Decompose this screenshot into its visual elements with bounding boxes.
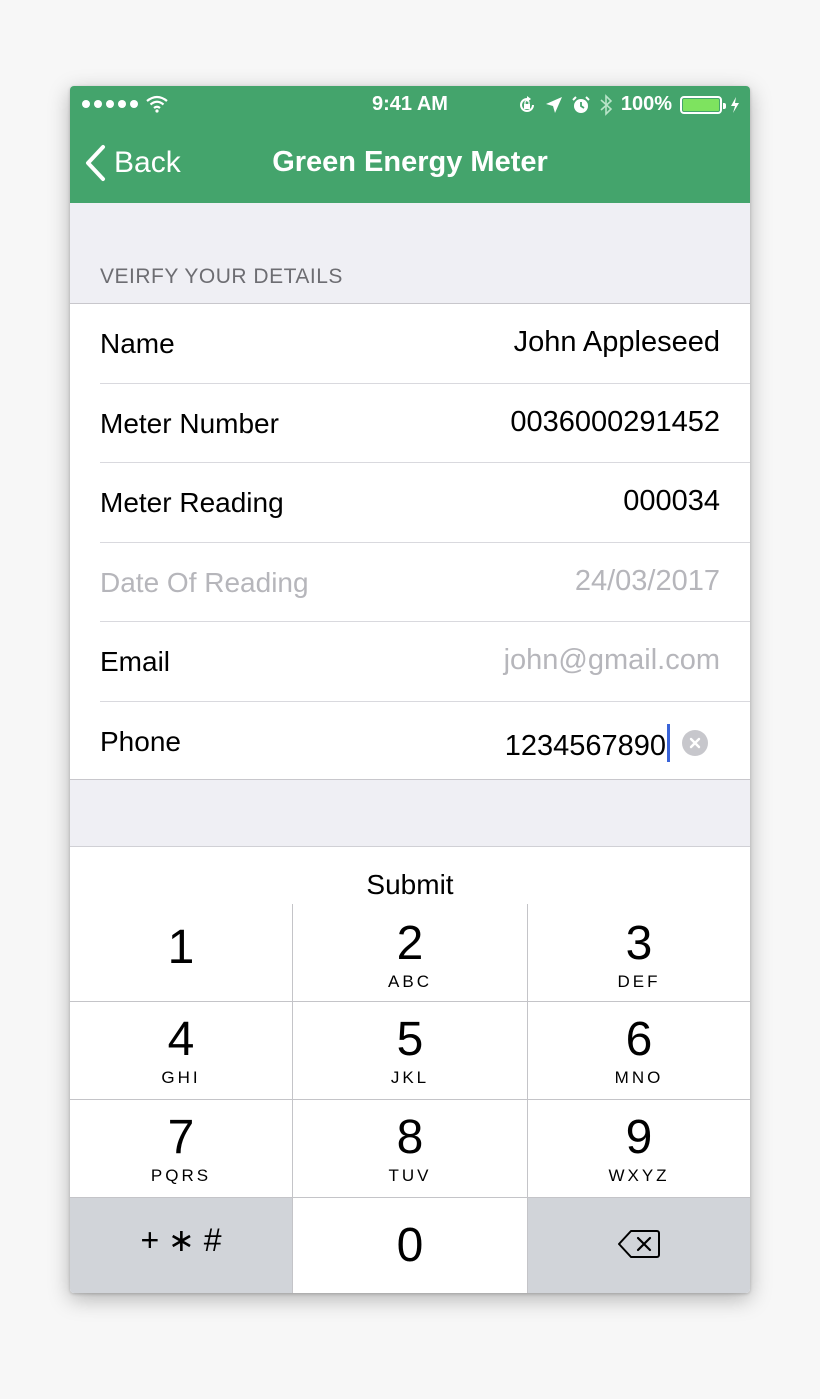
key-6[interactable]: 6 MNO xyxy=(528,1002,750,1099)
bluetooth-icon xyxy=(600,93,613,116)
backspace-icon xyxy=(618,1230,660,1258)
key-letters: TUV xyxy=(388,1166,432,1185)
battery-percent: 100% xyxy=(620,93,672,115)
date-of-reading-row: Date Of Reading 24/03/2017 xyxy=(70,543,750,622)
key-digit: 7 xyxy=(167,1111,195,1164)
key-digit: 0 xyxy=(396,1219,424,1272)
key-letters: JKL xyxy=(390,1068,430,1087)
clear-icon xyxy=(689,737,701,748)
key-digit: 6 xyxy=(625,1013,653,1066)
key-5[interactable]: 5 JKL xyxy=(293,1002,527,1099)
meter-number-field[interactable]: 0036000291452 xyxy=(510,406,720,439)
key-letters: MNO xyxy=(614,1068,664,1087)
clear-text-button[interactable] xyxy=(682,729,708,756)
numeric-keypad: Submit 1 2 ABC 3 DEF 4 GHI 5 JKL 6 MNO 7 xyxy=(70,846,750,1293)
phone-label: Phone xyxy=(100,725,181,757)
name-row[interactable]: Name John Appleseed xyxy=(70,304,750,384)
key-divider xyxy=(70,1001,750,1002)
email-row[interactable]: Email john@gmail.com xyxy=(70,622,750,702)
key-letters: PQRS xyxy=(150,1166,212,1185)
key-digit: 2 xyxy=(396,917,424,970)
key-divider xyxy=(70,1197,750,1198)
phone-screen: 9:41 AM 100% Back Green Energy Meter VEI… xyxy=(70,86,750,1293)
key-letters: GHI xyxy=(161,1068,201,1087)
details-form: Name John Appleseed Meter Number 0036000… xyxy=(70,303,750,780)
key-8[interactable]: 8 TUV xyxy=(293,1100,527,1197)
key-digit: 8 xyxy=(396,1111,424,1164)
rotation-lock-icon xyxy=(519,95,534,112)
location-icon xyxy=(545,96,562,113)
page-title: Green Energy Meter xyxy=(272,146,548,178)
text-cursor xyxy=(667,723,670,762)
meter-reading-row[interactable]: Meter Reading 000034 xyxy=(70,463,750,543)
meter-number-row[interactable]: Meter Number 0036000291452 xyxy=(70,384,750,463)
date-of-reading-label: Date Of Reading xyxy=(100,566,309,598)
date-of-reading-field: 24/03/2017 xyxy=(574,564,720,597)
battery-fill xyxy=(683,98,719,111)
phone-value: 1234567890 xyxy=(504,729,666,762)
key-digit: 9 xyxy=(625,1111,653,1164)
section-header: VEIRFY YOUR DETAILS xyxy=(100,265,343,288)
meter-reading-label: Meter Reading xyxy=(100,487,284,518)
name-field[interactable]: John Appleseed xyxy=(514,326,720,359)
key-symbols[interactable]: + ∗ # xyxy=(70,1198,292,1293)
key-digit: 5 xyxy=(396,1013,424,1066)
key-letters: DEF xyxy=(617,972,661,991)
key-digit: 1 xyxy=(167,921,195,974)
name-label: Name xyxy=(100,328,175,359)
key-divider xyxy=(70,1099,750,1100)
battery-icon xyxy=(680,95,726,114)
battery-nub xyxy=(723,102,726,109)
meter-reading-field[interactable]: 000034 xyxy=(623,485,720,518)
key-4[interactable]: 4 GHI xyxy=(70,1002,292,1099)
submit-button[interactable]: Submit xyxy=(70,869,750,901)
key-7[interactable]: 7 PQRS xyxy=(70,1100,292,1197)
email-field[interactable]: john@gmail.com xyxy=(504,644,720,677)
phone-row[interactable]: Phone 1234567890 xyxy=(70,702,750,782)
email-label: Email xyxy=(100,646,171,677)
alarm-icon xyxy=(572,95,590,113)
status-right: 100% xyxy=(517,93,740,116)
key-1[interactable]: 1 xyxy=(70,904,292,1001)
charging-icon xyxy=(731,96,739,113)
key-3[interactable]: 3 DEF xyxy=(528,904,750,1001)
key-symbols-label: + ∗ # xyxy=(140,1222,222,1258)
phone-field[interactable]: 1234567890 xyxy=(504,723,670,763)
delete-key[interactable] xyxy=(528,1198,750,1293)
key-2[interactable]: 2 ABC xyxy=(293,904,527,1001)
key-letters: WXYZ xyxy=(608,1166,670,1185)
key-digit: 3 xyxy=(625,917,653,970)
navigation-bar: Back Green Energy Meter xyxy=(70,126,750,203)
key-digit: 4 xyxy=(167,1013,195,1066)
key-letters: ABC xyxy=(388,972,432,991)
key-9[interactable]: 9 WXYZ xyxy=(528,1100,750,1197)
key-0[interactable]: 0 xyxy=(293,1198,527,1293)
meter-number-label: Meter Number xyxy=(100,407,279,439)
status-bar: 9:41 AM 100% xyxy=(70,86,750,126)
